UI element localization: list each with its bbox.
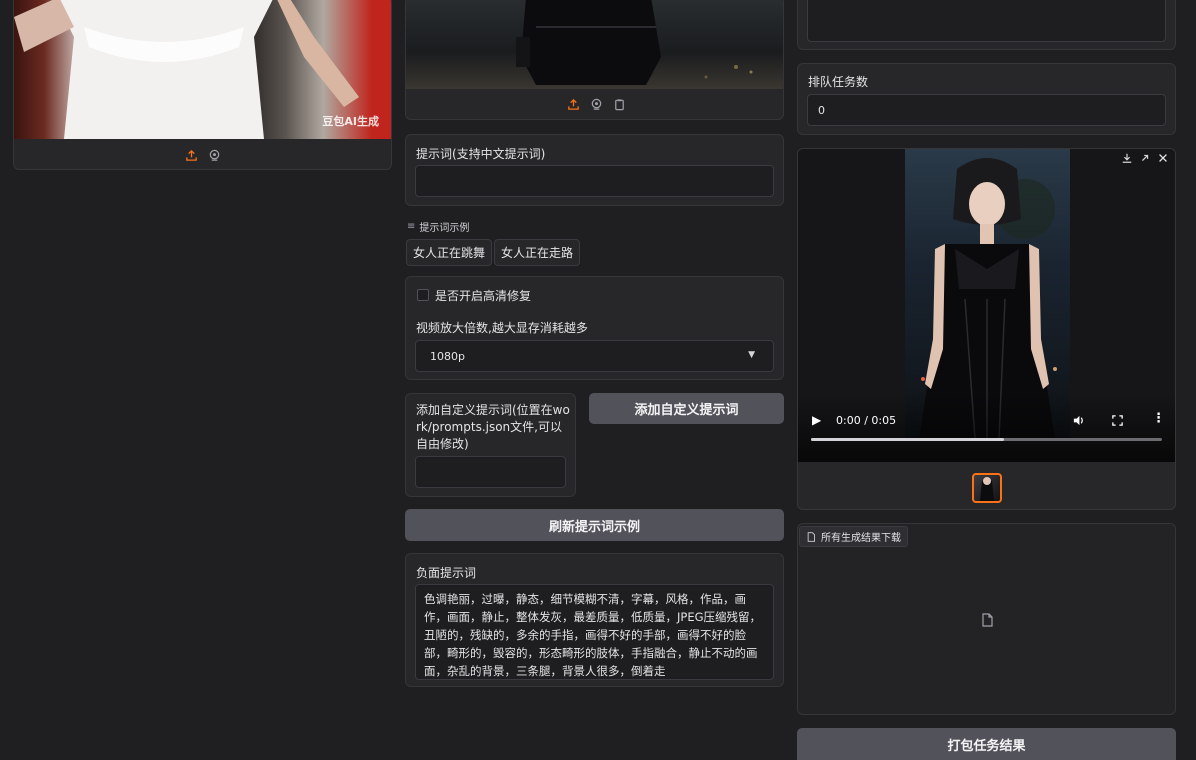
reference-image-preview[interactable] (406, 0, 783, 89)
right-top-panel (797, 0, 1176, 50)
hd-checkbox[interactable] (417, 289, 429, 301)
hd-settings-panel: 是否开启高清修复 视频放大倍数,越大显存消耗越多 1080p ▼ (405, 276, 784, 380)
play-icon[interactable]: ▶ (812, 413, 821, 427)
video-player[interactable]: ▶ 0:00 / 0:05 ⋮ (798, 149, 1175, 462)
hd-checkbox-label[interactable]: 是否开启高清修复 (435, 287, 531, 304)
prompt-panel: 提示词(支持中文提示词) (405, 134, 784, 206)
download-all-tag: 所有生成结果下载 (799, 526, 908, 547)
file-drop-icon[interactable] (980, 613, 994, 627)
webcam-icon[interactable] (590, 98, 603, 111)
add-custom-prompt-button[interactable]: 添加自定义提示词 (589, 393, 784, 424)
negative-prompt-text: 色调艳丽，过曝，静态，细节模糊不清，字幕，风格，作品，画作，画面，静止，整体发灰… (424, 592, 762, 678)
list-icon: ≡ (407, 221, 416, 232)
pack-results-button[interactable]: 打包任务结果 (797, 728, 1176, 760)
queue-value: 0 (818, 104, 825, 117)
left-image-toolbar (185, 149, 221, 162)
video-progress-fill (811, 438, 1005, 441)
middle-image-toolbar (567, 98, 626, 111)
video-progress-track[interactable] (811, 438, 1162, 441)
example-chip-walk[interactable]: 女人正在走路 (494, 239, 581, 266)
fullscreen-icon[interactable] (1111, 414, 1124, 427)
reference-image-figure (516, 0, 753, 85)
right-top-textbox[interactable] (807, 0, 1166, 42)
prompt-label: 提示词(支持中文提示词) (416, 147, 546, 161)
video-controls-bar: ▶ 0:00 / 0:05 ⋮ (798, 392, 1175, 462)
queue-input[interactable]: 0 (807, 94, 1166, 126)
file-icon (807, 531, 815, 542)
video-top-controls (1121, 152, 1169, 164)
queue-label: 排队任务数 (808, 75, 869, 89)
chevron-down-icon: ▼ (748, 350, 755, 360)
examples-header: ≡ 提示词示例 (407, 219, 469, 234)
middle-image-panel (405, 0, 784, 120)
download-panel: 所有生成结果下载 (797, 523, 1176, 715)
negative-prompt-panel: 负面提示词 色调艳丽，过曝，静态，细节模糊不清，字幕，风格，作品，画作，画面，静… (405, 553, 784, 687)
webcam-icon[interactable] (208, 149, 221, 162)
examples-header-label: 提示词示例 (419, 223, 470, 234)
video-output-panel: ▶ 0:00 / 0:05 ⋮ (797, 148, 1176, 510)
prompt-input[interactable] (415, 165, 774, 197)
scale-select[interactable]: 1080p ▼ (415, 340, 774, 372)
refresh-examples-button[interactable]: 刷新提示词示例 (405, 509, 784, 541)
more-options-icon[interactable]: ⋮ (1152, 411, 1165, 426)
negative-prompt-label: 负面提示词 (416, 566, 477, 580)
video-thumbnail[interactable] (972, 473, 1002, 503)
download-all-label: 所有生成结果下载 (821, 533, 901, 544)
queue-panel: 排队任务数 0 (797, 63, 1176, 135)
thumbnail-figure (980, 477, 994, 501)
upload-icon[interactable] (185, 149, 198, 162)
custom-prompt-input[interactable] (415, 456, 566, 488)
custom-prompt-panel: 添加自定义提示词(位置在work/prompts.json文件,可以自由修改) (405, 393, 576, 497)
share-icon[interactable] (1139, 152, 1151, 164)
input-image-preview[interactable]: 豆包AI生成 (14, 0, 391, 139)
left-image-panel: 豆包AI生成 (13, 0, 392, 170)
scale-label: 视频放大倍数,越大显存消耗越多 (416, 321, 588, 335)
example-chip-dance[interactable]: 女人正在跳舞 (406, 239, 493, 266)
upload-icon[interactable] (567, 98, 580, 111)
watermark-text: 豆包AI生成 (322, 115, 379, 128)
clipboard-icon[interactable] (613, 98, 626, 111)
custom-prompt-label: 添加自定义提示词(位置在work/prompts.json文件,可以自由修改) (416, 403, 570, 451)
negative-prompt-input[interactable]: 色调艳丽，过曝，静态，细节模糊不清，字幕，风格，作品，画作，画面，静止，整体发灰… (415, 584, 774, 680)
scale-select-value: 1080p (430, 350, 465, 363)
volume-icon[interactable] (1072, 414, 1085, 427)
video-time: 0:00 / 0:05 (836, 414, 897, 427)
download-icon[interactable] (1121, 152, 1133, 164)
close-icon[interactable] (1157, 152, 1169, 164)
